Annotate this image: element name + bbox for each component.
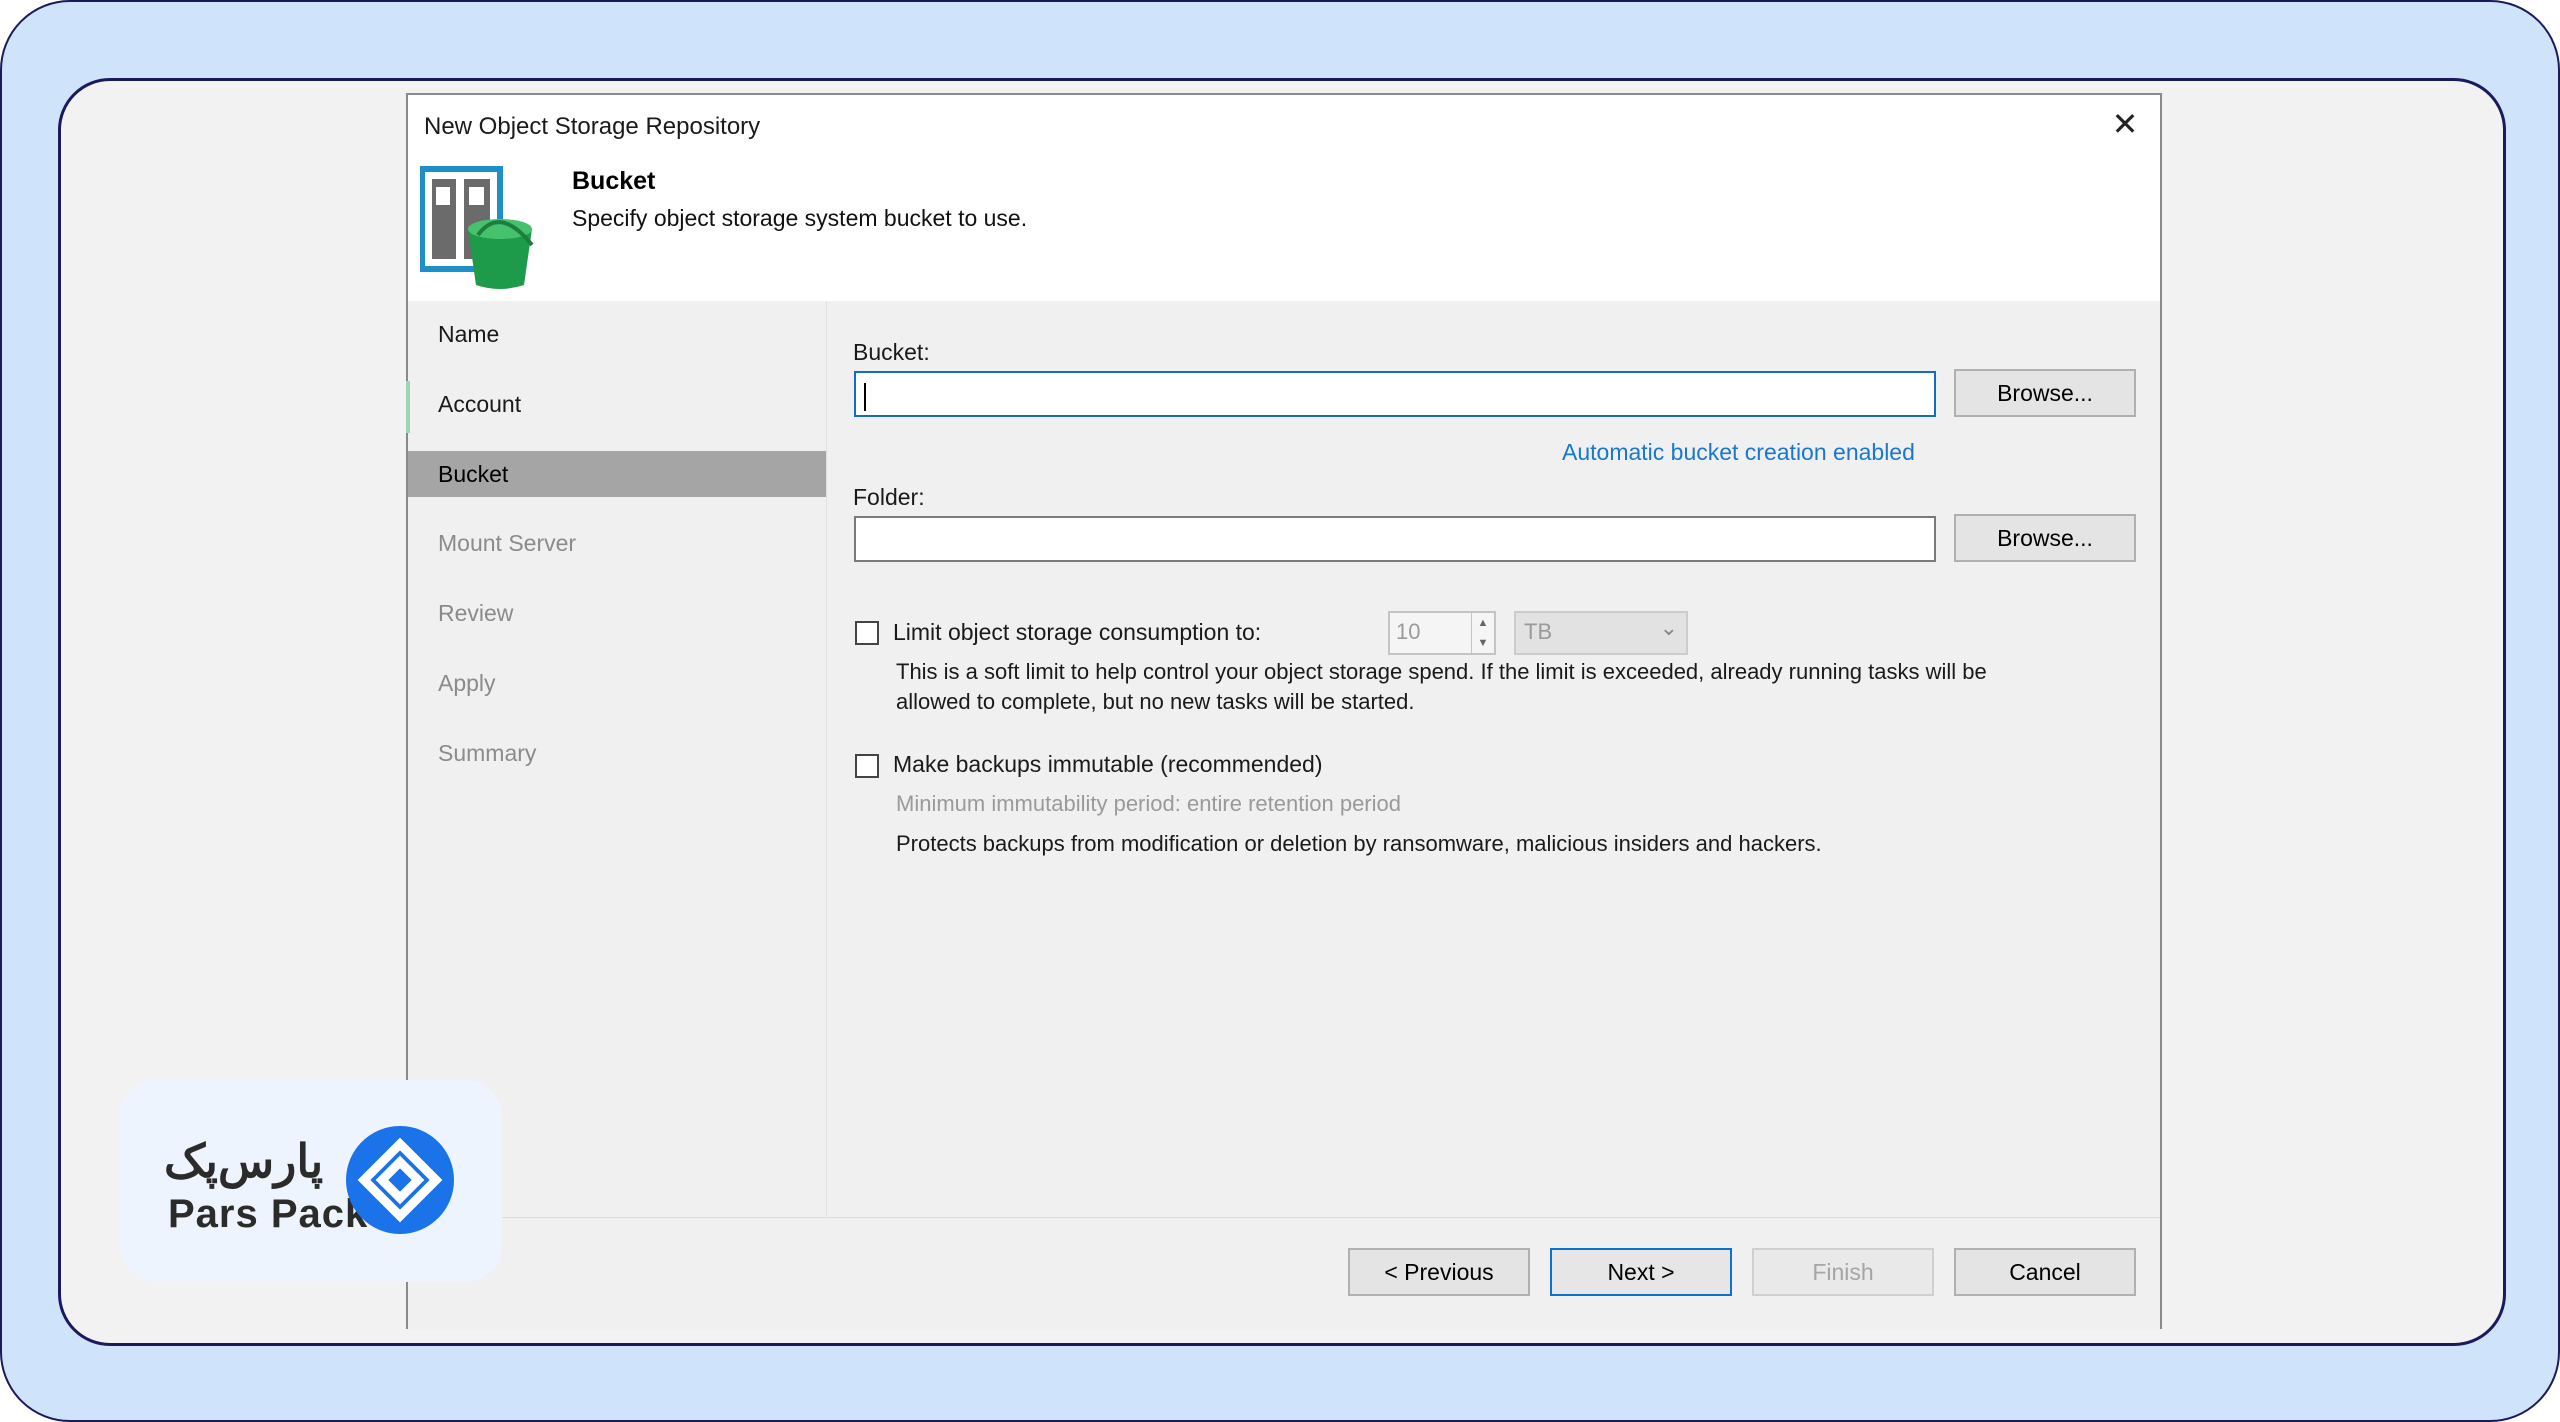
- folder-browse-button[interactable]: Browse...: [1954, 514, 2136, 562]
- cancel-button[interactable]: Cancel: [1954, 1248, 2136, 1296]
- spin-up-icon[interactable]: ▲: [1472, 613, 1494, 633]
- parspack-logo-icon: [346, 1126, 454, 1234]
- sidebar-item-mount-server[interactable]: Mount Server: [408, 520, 826, 566]
- bucket-label: Bucket:: [853, 339, 930, 365]
- spin-down-icon[interactable]: ▼: [1472, 633, 1494, 653]
- step-description: Specify object storage system bucket to …: [572, 205, 1028, 231]
- sidebar-item-summary[interactable]: Summary: [408, 730, 826, 776]
- bucket-input[interactable]: [854, 371, 1936, 417]
- new-object-storage-dialog: New Object Storage Repository ✕ Bucket S…: [406, 93, 2162, 1330]
- immutable-backups-label: Make backups immutable (recommended): [893, 751, 1323, 777]
- limit-unit-select[interactable]: TB ⌄: [1514, 611, 1688, 655]
- finish-button[interactable]: Finish: [1752, 1248, 1934, 1296]
- sidebar-item-bucket[interactable]: Bucket: [408, 451, 826, 497]
- limit-value-stepper[interactable]: 10 ▲ ▼: [1388, 611, 1496, 655]
- previous-button[interactable]: < Previous: [1348, 1248, 1530, 1296]
- step-title: Bucket: [572, 167, 656, 195]
- dialog-header: New Object Storage Repository ✕ Bucket S…: [408, 95, 2160, 301]
- storage-bucket-icon: [420, 166, 534, 289]
- sidebar-item-apply[interactable]: Apply: [408, 660, 826, 706]
- folder-input[interactable]: [854, 516, 1936, 562]
- sidebar-item-name[interactable]: Name: [408, 311, 826, 357]
- sidebar-item-review[interactable]: Review: [408, 590, 826, 636]
- immutability-period-text: Minimum immutability period: entire rete…: [896, 791, 1401, 816]
- folder-label: Folder:: [853, 484, 925, 510]
- immutable-help-text: Protects backups from modification or de…: [896, 831, 1822, 856]
- parspack-logo-card: پارس‌پک Pars Pack: [120, 1080, 502, 1282]
- close-button[interactable]: ✕: [2108, 107, 2142, 141]
- dialog-footer: < Previous Next > Finish Cancel: [408, 1217, 2160, 1330]
- automatic-bucket-creation-link[interactable]: Automatic bucket creation enabled: [1562, 439, 1915, 466]
- logo-persian-text: پارس‌پک: [164, 1135, 324, 1187]
- logo-english-text: Pars Pack: [168, 1192, 369, 1236]
- limit-consumption-checkbox[interactable]: [855, 621, 879, 645]
- bucket-browse-button[interactable]: Browse...: [1954, 369, 2136, 417]
- dialog-title: New Object Storage Repository: [424, 113, 761, 140]
- limit-consumption-label: Limit object storage consumption to:: [893, 619, 1262, 645]
- limit-help-text: This is a soft limit to help control you…: [896, 659, 1987, 714]
- next-button[interactable]: Next >: [1550, 1248, 1732, 1296]
- sidebar-item-account[interactable]: Account: [408, 381, 826, 427]
- close-icon: ✕: [2111, 106, 2139, 142]
- text-caret: [864, 383, 866, 411]
- immutable-backups-checkbox[interactable]: [855, 754, 879, 778]
- chevron-down-icon: ⌄: [1659, 615, 1678, 640]
